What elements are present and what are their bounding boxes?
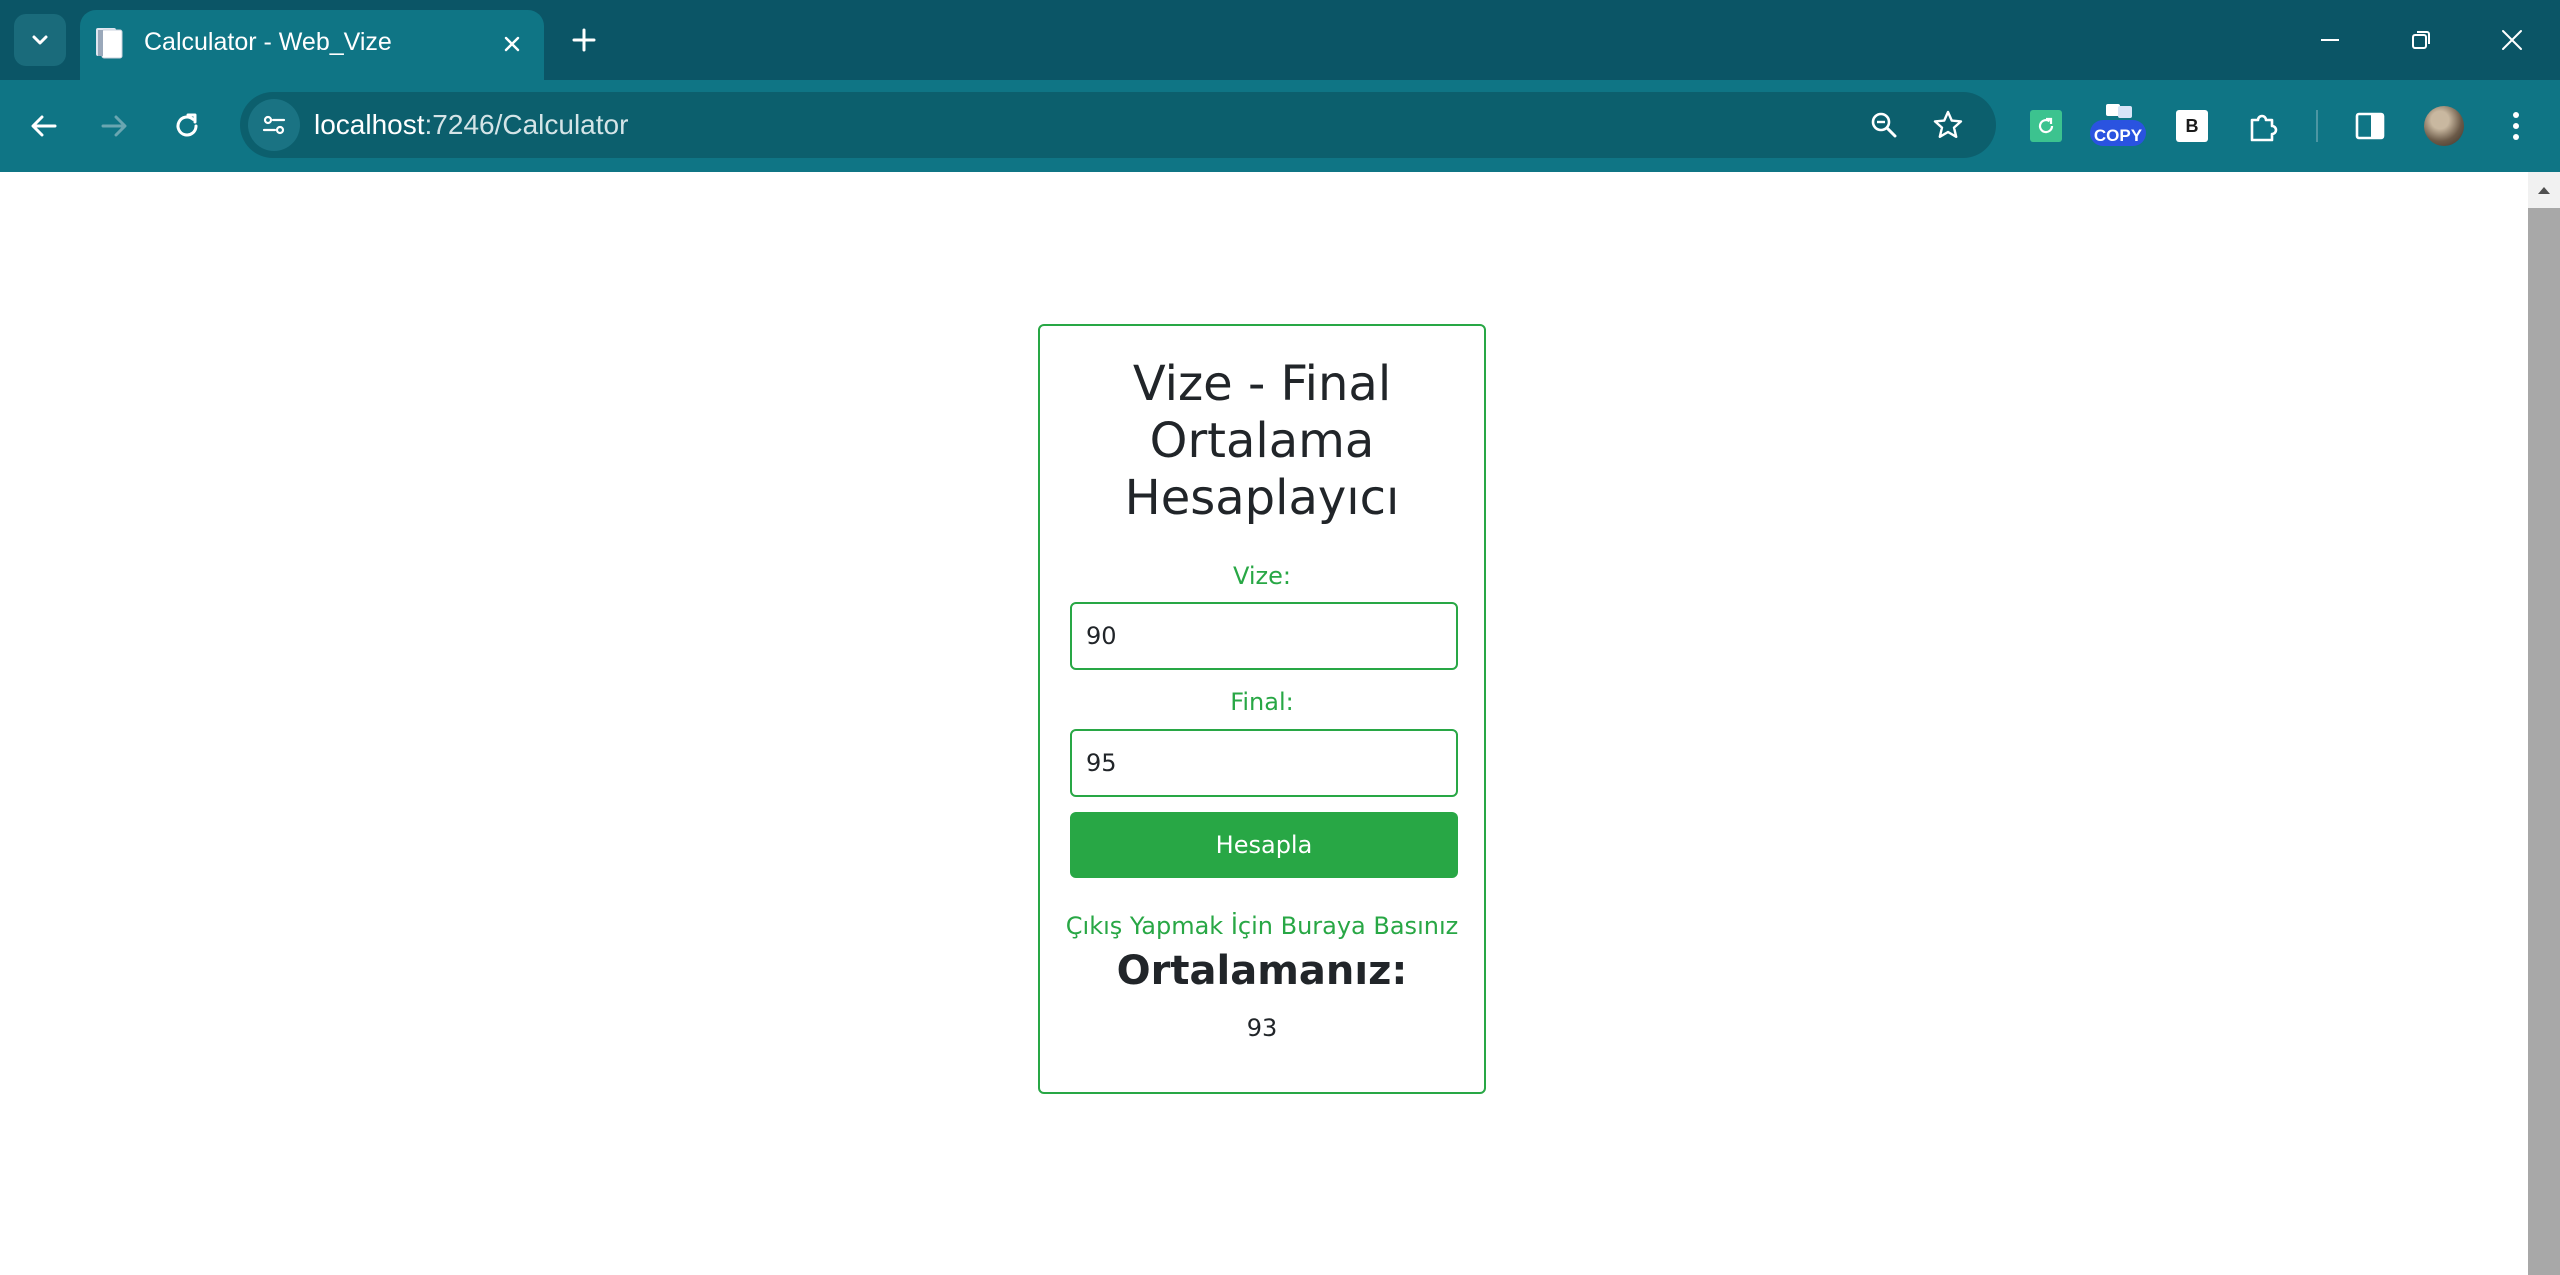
refresh-extension-icon [2030, 110, 2062, 142]
restore-icon [2412, 31, 2430, 49]
tab-bar: Calculator - Web_Vize [0, 0, 2560, 82]
b-extension-icon: B [2176, 110, 2208, 142]
page-title: Vize - Final Ortalama Hesaplayıcı [1040, 356, 1484, 527]
back-arrow-icon [31, 115, 57, 137]
active-tab[interactable]: Calculator - Web_Vize [80, 10, 544, 82]
scroll-up-arrow[interactable] [2528, 178, 2560, 202]
site-info-button[interactable] [248, 99, 300, 151]
zoom-icon [1871, 112, 1897, 138]
puzzle-icon [2250, 114, 2278, 142]
calculator-card: Vize - Final Ortalama Hesaplayıcı Vize: … [1038, 324, 1486, 1094]
title-line-3: Hesaplayıcı [1124, 470, 1400, 526]
reload-icon [176, 113, 198, 137]
copy-extension-button[interactable]: COPY [2088, 102, 2148, 154]
site-settings-icon [262, 115, 286, 135]
minimize-icon [2321, 39, 2339, 41]
tab-search-button[interactable] [14, 14, 66, 66]
restore-button[interactable] [2393, 12, 2449, 68]
refresh-extension-button[interactable] [2022, 102, 2070, 150]
browser-toolbar: localhost:7246/Calculator COPY B [0, 80, 2560, 172]
star-icon [1933, 110, 1963, 138]
scrollbar-thumb[interactable] [2528, 208, 2560, 1275]
extensions-menu-button[interactable] [2240, 102, 2288, 150]
title-line-2: Ortalama [1149, 413, 1375, 469]
zoom-button[interactable] [1860, 101, 1908, 149]
side-panel-icon [2355, 112, 2385, 140]
title-line-1: Vize - Final [1132, 356, 1392, 412]
logout-link[interactable]: Çıkış Yapmak İçin Buraya Basınız [1040, 912, 1484, 940]
plus-icon [572, 28, 596, 52]
address-bar[interactable]: localhost:7246/Calculator [240, 92, 1996, 158]
final-input[interactable] [1070, 729, 1458, 797]
url-text[interactable]: localhost:7246/Calculator [314, 109, 628, 141]
kebab-menu-icon [2513, 112, 2519, 140]
reload-button[interactable] [160, 99, 214, 153]
back-button[interactable] [17, 99, 71, 153]
minimize-button[interactable] [2302, 12, 2358, 68]
url-path: :7246/Calculator [424, 109, 629, 140]
b-extension-label: B [2185, 115, 2199, 136]
triangle-up-icon [2538, 187, 2550, 194]
copy-extension-label: COPY [2093, 126, 2143, 145]
result-value: 93 [1246, 1014, 1278, 1042]
url-host: localhost [314, 109, 425, 140]
result-heading: Ortalamanız: [1116, 948, 1408, 994]
tab-close-button[interactable] [496, 28, 528, 60]
tab-title: Calculator - Web_Vize [144, 28, 392, 56]
page-favicon [96, 28, 123, 59]
close-icon [504, 36, 520, 52]
forward-arrow-icon [101, 115, 127, 137]
browser-menu-button[interactable] [2492, 102, 2540, 150]
close-window-button[interactable] [2484, 12, 2540, 68]
close-window-icon [2502, 30, 2522, 50]
side-panel-button[interactable] [2346, 102, 2394, 150]
b-extension-button[interactable]: B [2168, 102, 2216, 150]
toolbar-separator [2316, 110, 2318, 142]
vize-input[interactable] [1070, 602, 1458, 670]
calculate-button[interactable]: Hesapla [1070, 812, 1458, 878]
vertical-scrollbar[interactable] [2528, 172, 2560, 1275]
profile-avatar[interactable] [2424, 106, 2464, 146]
vize-label: Vize: [1232, 562, 1291, 590]
forward-button[interactable] [87, 99, 141, 153]
bookmark-button[interactable] [1924, 101, 1972, 149]
new-tab-button[interactable] [562, 18, 606, 62]
final-label: Final: [1230, 688, 1294, 716]
chevron-down-icon [32, 35, 48, 45]
